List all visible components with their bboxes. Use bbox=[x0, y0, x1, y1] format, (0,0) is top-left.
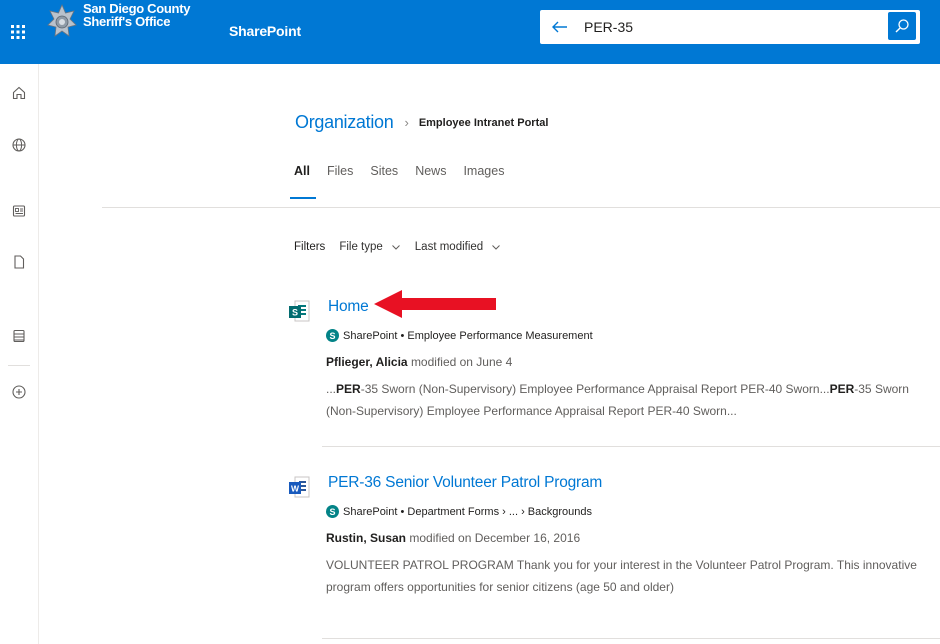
sharepoint-page-icon: S bbox=[289, 300, 310, 322]
tabs-divider bbox=[102, 207, 940, 208]
tab-files[interactable]: Files bbox=[327, 164, 353, 178]
result-snippet: ...PER-35 Sworn (Non-Supervisory) Employ… bbox=[326, 378, 940, 422]
result-title-link[interactable]: Home bbox=[328, 298, 369, 316]
back-arrow-icon[interactable] bbox=[550, 17, 570, 37]
result-author[interactable]: Pflieger, Alicia bbox=[326, 355, 408, 369]
news-nav-button[interactable] bbox=[9, 201, 29, 221]
breadcrumb: Organization › Employee Intranet Portal bbox=[295, 112, 548, 133]
create-nav-button[interactable] bbox=[9, 382, 29, 402]
search-box[interactable]: PER-35 bbox=[540, 10, 920, 44]
sites-nav-button[interactable] bbox=[9, 135, 29, 155]
search-icon bbox=[895, 19, 909, 33]
rail-separator bbox=[8, 365, 30, 366]
result-modified: Pflieger, Alicia modified on June 4 bbox=[326, 355, 512, 369]
add-icon bbox=[12, 385, 26, 399]
result-modified: Rustin, Susan modified on December 16, 2… bbox=[326, 531, 580, 545]
result-author[interactable]: Rustin, Susan bbox=[326, 531, 406, 545]
result-path[interactable]: S SharePoint • Department Forms › ... › … bbox=[326, 505, 592, 518]
snippet-text: ... bbox=[326, 382, 337, 396]
last-modified-dropdown[interactable]: Last modified bbox=[415, 241, 501, 253]
filters-label: Filters bbox=[294, 241, 326, 253]
list-icon bbox=[13, 329, 25, 343]
snippet-highlight: PER bbox=[336, 382, 361, 396]
chevron-down-icon bbox=[492, 245, 501, 250]
result-snippet: VOLUNTEER PATROL PROGRAM Thank you for y… bbox=[326, 554, 940, 598]
svg-text:W: W bbox=[291, 484, 300, 494]
breadcrumb-current: Employee Intranet Portal bbox=[418, 116, 549, 129]
search-button[interactable] bbox=[888, 12, 916, 40]
snippet-highlight: PER bbox=[829, 382, 855, 396]
last-modified-label: Last modified bbox=[414, 241, 484, 253]
files-nav-button[interactable] bbox=[9, 252, 29, 272]
org-name-line2: Sheriff's Office bbox=[83, 14, 171, 29]
result-modified-text: modified on June 4 bbox=[410, 355, 513, 369]
left-navigation-rail bbox=[0, 64, 39, 644]
breadcrumb-root[interactable]: Organization bbox=[295, 112, 394, 133]
home-icon bbox=[12, 86, 26, 100]
svg-text:S: S bbox=[292, 308, 298, 318]
file-type-dropdown[interactable]: File type bbox=[339, 241, 400, 253]
red-annotation-arrow bbox=[374, 290, 496, 318]
result-modified-text: modified on December 16, 2016 bbox=[409, 531, 581, 545]
result-divider bbox=[322, 446, 940, 447]
tab-news[interactable]: News bbox=[415, 164, 446, 178]
result-path-text: SharePoint • Department Forms › ... › Ba… bbox=[343, 505, 593, 518]
file-icon bbox=[14, 255, 25, 269]
search-input[interactable]: PER-35 bbox=[584, 19, 633, 35]
snippet-text: VOLUNTEER PATROL PROGRAM Thank you for y… bbox=[326, 558, 917, 594]
filters-bar: Filters File type Last modified bbox=[294, 241, 515, 253]
result-divider bbox=[322, 638, 940, 639]
lists-nav-button[interactable] bbox=[9, 326, 29, 346]
tab-images[interactable]: Images bbox=[463, 164, 504, 178]
snippet-text: -35 Sworn (Non-Supervisory) Employee Per… bbox=[360, 382, 830, 396]
globe-icon bbox=[12, 138, 26, 152]
tab-all[interactable]: All bbox=[290, 164, 316, 199]
app-title[interactable]: SharePoint bbox=[229, 23, 301, 39]
file-type-label: File type bbox=[339, 241, 383, 253]
home-nav-button[interactable] bbox=[9, 83, 29, 103]
app-launcher-button[interactable] bbox=[0, 0, 36, 64]
sharepoint-site-icon: S bbox=[326, 329, 339, 342]
chevron-down-icon bbox=[391, 245, 400, 250]
search-vertical-tabs: All Files Sites News Images bbox=[290, 164, 521, 199]
result-path[interactable]: S SharePoint • Employee Performance Meas… bbox=[326, 329, 593, 342]
sharepoint-site-icon: S bbox=[326, 505, 339, 518]
result-title-link[interactable]: PER-36 Senior Volunteer Patrol Program bbox=[328, 474, 602, 492]
news-icon bbox=[12, 205, 26, 217]
suite-bar: San Diego County Sheriff's Office ShareP… bbox=[0, 0, 940, 64]
breadcrumb-separator: › bbox=[404, 115, 409, 130]
organization-name[interactable]: San Diego County Sheriff's Office bbox=[83, 2, 190, 28]
waffle-icon bbox=[11, 25, 25, 39]
word-document-icon: W bbox=[289, 476, 310, 498]
result-path-text: SharePoint • Employee Performance Measur… bbox=[343, 329, 593, 342]
tab-sites[interactable]: Sites bbox=[370, 164, 398, 178]
sheriff-star-logo[interactable] bbox=[47, 4, 77, 40]
